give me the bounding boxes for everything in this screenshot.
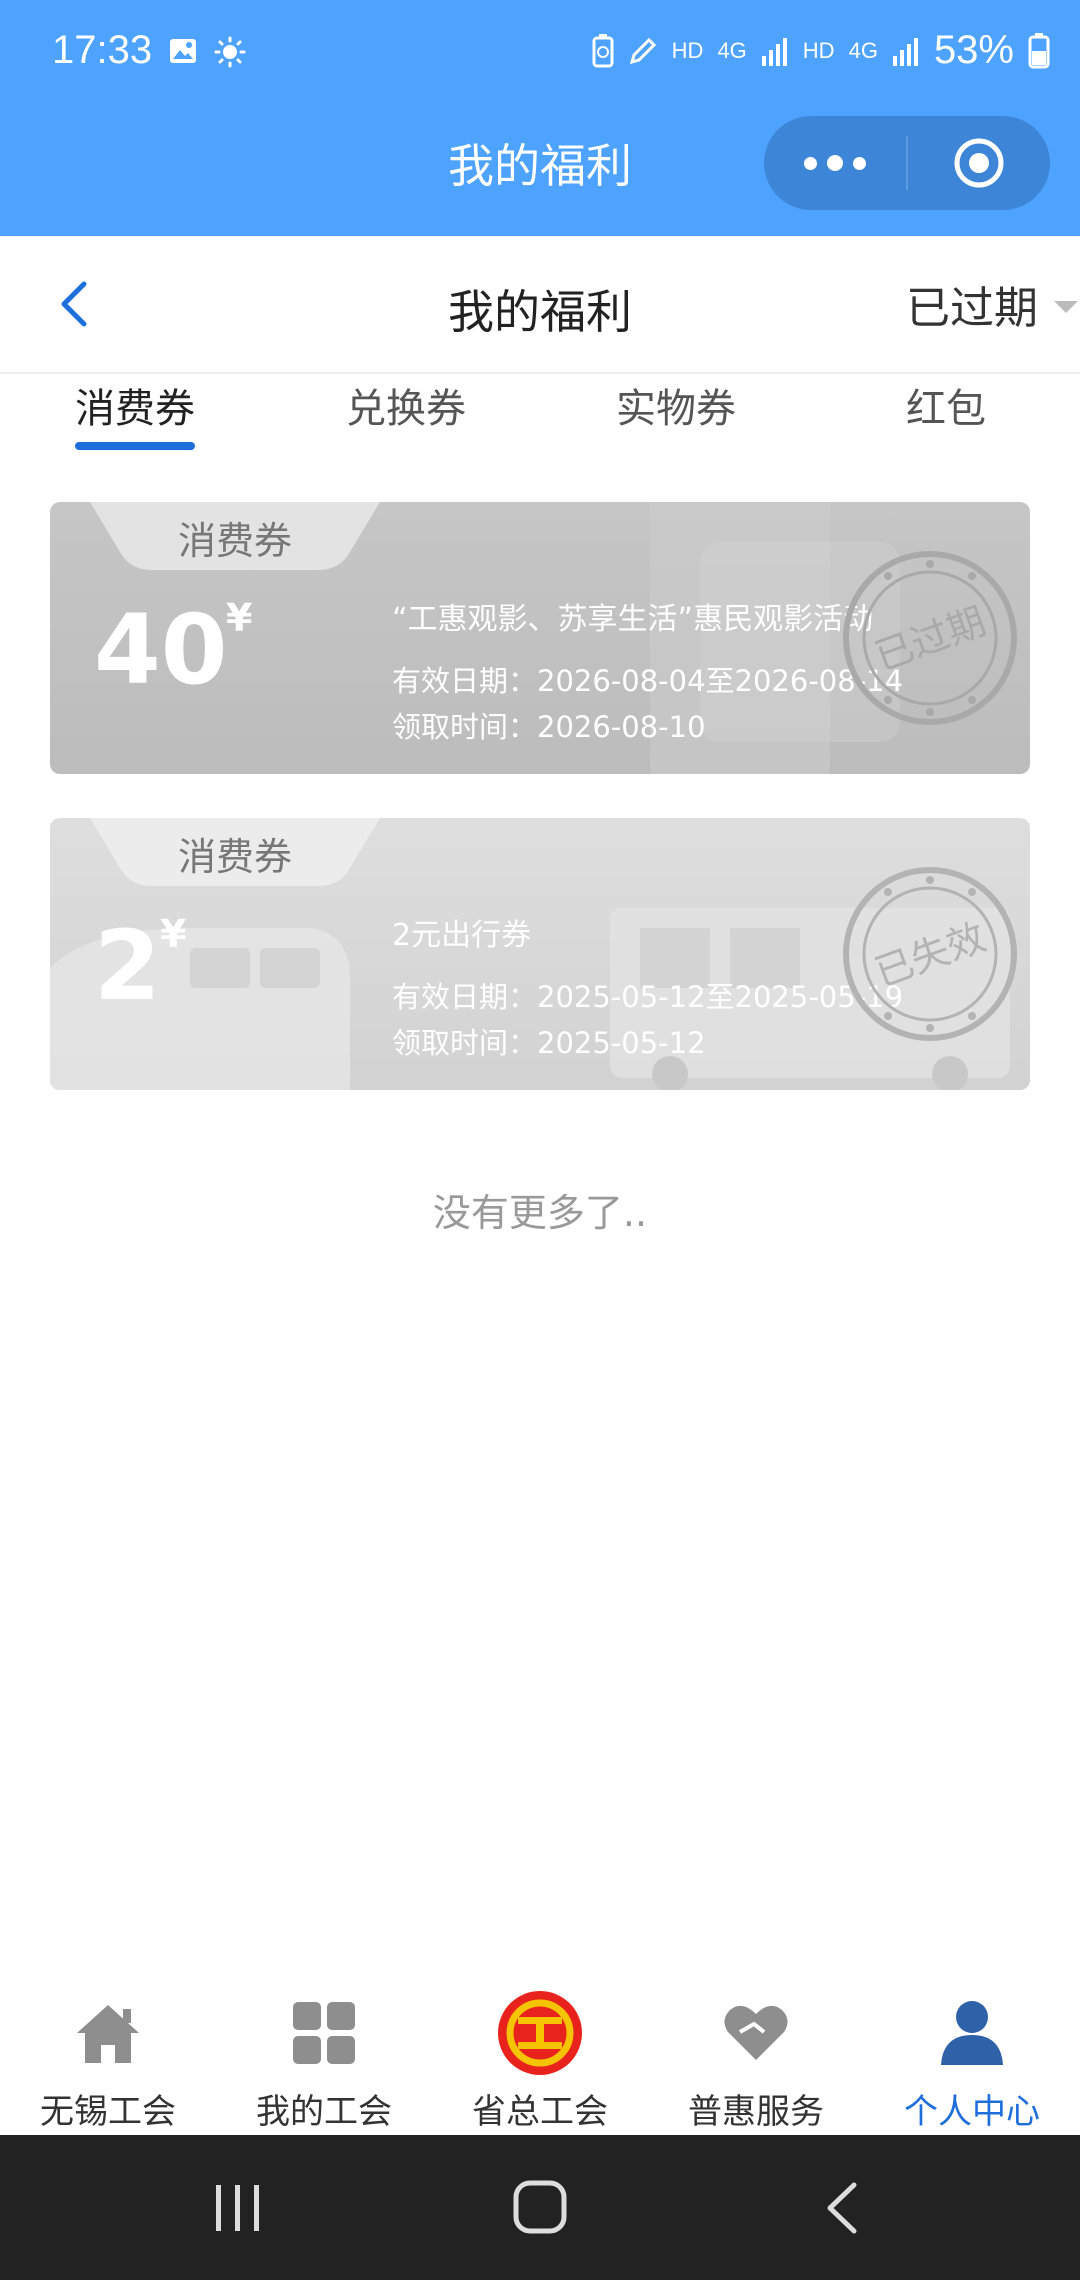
- signal-icon-2: [892, 37, 918, 66]
- tab-red-packet[interactable]: 红包: [906, 376, 986, 434]
- pen-icon: [629, 37, 656, 64]
- brightness-icon: [214, 36, 246, 68]
- nav-header: 我的福利 已过期: [0, 236, 1080, 374]
- status-bar: 17:33 HD 4G HD 4G 53%: [0, 0, 1080, 110]
- coupon-tabs: 消费券 兑换券 实物券 红包: [0, 372, 1080, 462]
- status-filter-dropdown[interactable]: 已过期: [906, 272, 1078, 336]
- amount-value: 40: [94, 594, 228, 706]
- tabbar-item-my-union[interactable]: 我的工会: [234, 1988, 414, 2133]
- coupon-valid-date: 有效日期：2026-08-04至2026-08-14: [392, 664, 904, 698]
- home-nav-icon[interactable]: [512, 2179, 568, 2235]
- heart-icon: [724, 2005, 788, 2060]
- tabbar-item-provincial-union[interactable]: 省总工会: [450, 1988, 630, 2133]
- coupon-type-label: 消费券: [177, 518, 292, 563]
- list-end-text: 没有更多了..: [432, 1191, 648, 1235]
- battery-percent: 53%: [933, 28, 1014, 72]
- currency-symbol: ¥: [226, 596, 253, 640]
- tabbar-label: 我的工会: [256, 2092, 392, 2132]
- tabbar-label: 省总工会: [472, 2092, 608, 2132]
- signal-icon: [761, 37, 787, 66]
- mini-program-capsule: [764, 116, 1050, 210]
- amount-value: 2: [94, 910, 161, 1022]
- currency-symbol: ¥: [160, 912, 187, 956]
- person-icon: [941, 2001, 1003, 2065]
- status-right: HD 4G HD 4G 53%: [592, 28, 1050, 73]
- tabbar-item-benefit-service[interactable]: 普惠服务: [666, 1988, 846, 2133]
- tabbar-label: 无锡工会: [40, 2092, 176, 2132]
- close-mini-program-button[interactable]: [908, 116, 1050, 210]
- caret-down-icon: [1054, 301, 1078, 313]
- coupon-title: “工惠观影、苏享生活”惠民观影活动: [392, 602, 874, 637]
- coupon-amount: 40 ¥: [94, 596, 252, 698]
- filter-label: 已过期: [906, 283, 1038, 334]
- tabbar-item-wuxi-union[interactable]: 无锡工会: [18, 1988, 198, 2133]
- home-icon: [77, 2005, 139, 2063]
- status-left-icons: [168, 36, 246, 68]
- more-dot-icon: [853, 156, 866, 170]
- battery-saver-icon: [592, 33, 614, 67]
- coupon-card[interactable]: 消费券 2 ¥ 2元出行券 有效日期：2025-05-12至2025-05-19…: [50, 818, 1030, 1090]
- more-dot-icon: [827, 155, 843, 171]
- coupon-type-label: 消费券: [177, 834, 292, 879]
- network-hd-1: HD: [671, 37, 704, 63]
- tab-consumption[interactable]: 消费券: [75, 376, 195, 434]
- gallery-icon: [170, 39, 196, 63]
- top-header: 17:33 HD 4G HD 4G 53% 我的福利: [0, 0, 1080, 236]
- coupon-received-time: 领取时间：2026-08-10: [392, 710, 706, 744]
- back-nav-icon[interactable]: [822, 2181, 862, 2235]
- active-tab-underline: [75, 442, 195, 450]
- expired-stamp-icon: 已过期: [843, 551, 1017, 725]
- coupon-card[interactable]: 消费券 40 ¥ “工惠观影、苏享生活”惠民观影活动 有效日期：2026-08-…: [50, 502, 1030, 774]
- battery-icon: [1028, 32, 1050, 68]
- target-icon: [954, 138, 1004, 188]
- coupon-received-time: 领取时间：2025-05-12: [392, 1026, 706, 1060]
- coupon-type-tag: 消费券: [90, 502, 380, 572]
- more-dot-icon: [804, 156, 817, 170]
- tab-physical[interactable]: 实物券: [616, 376, 736, 434]
- stamp-text: 已失效: [869, 915, 991, 995]
- network-4g-2: 4G: [848, 37, 878, 63]
- network-hd-2: HD: [802, 37, 835, 63]
- tabbar-label: 个人中心: [904, 2092, 1040, 2132]
- coupon-title: 2元出行券: [392, 918, 532, 953]
- coupon-amount: 2 ¥: [94, 912, 186, 1014]
- system-nav-bar: [0, 2135, 1080, 2280]
- grid-icon: [293, 2002, 355, 2064]
- recent-apps-icon[interactable]: [212, 2181, 264, 2235]
- stamp-text: 已过期: [869, 599, 991, 679]
- union-logo-icon: [498, 1991, 582, 2075]
- bottom-tab-bar: 无锡工会 我的工会 省总工会 普惠服务 个人中心: [0, 1960, 1080, 2135]
- more-button[interactable]: [764, 116, 906, 210]
- tabbar-label: 普惠服务: [688, 2092, 824, 2132]
- tab-exchange[interactable]: 兑换券: [346, 376, 466, 434]
- tabbar-item-personal-center[interactable]: 个人中心: [882, 1988, 1062, 2133]
- network-4g-1: 4G: [717, 37, 747, 63]
- invalid-stamp-icon: 已失效: [843, 867, 1017, 1041]
- coupon-type-tag: 消费券: [90, 818, 380, 888]
- coupon-valid-date: 有效日期：2025-05-12至2025-05-19: [392, 980, 904, 1014]
- status-time: 17:33: [52, 28, 153, 72]
